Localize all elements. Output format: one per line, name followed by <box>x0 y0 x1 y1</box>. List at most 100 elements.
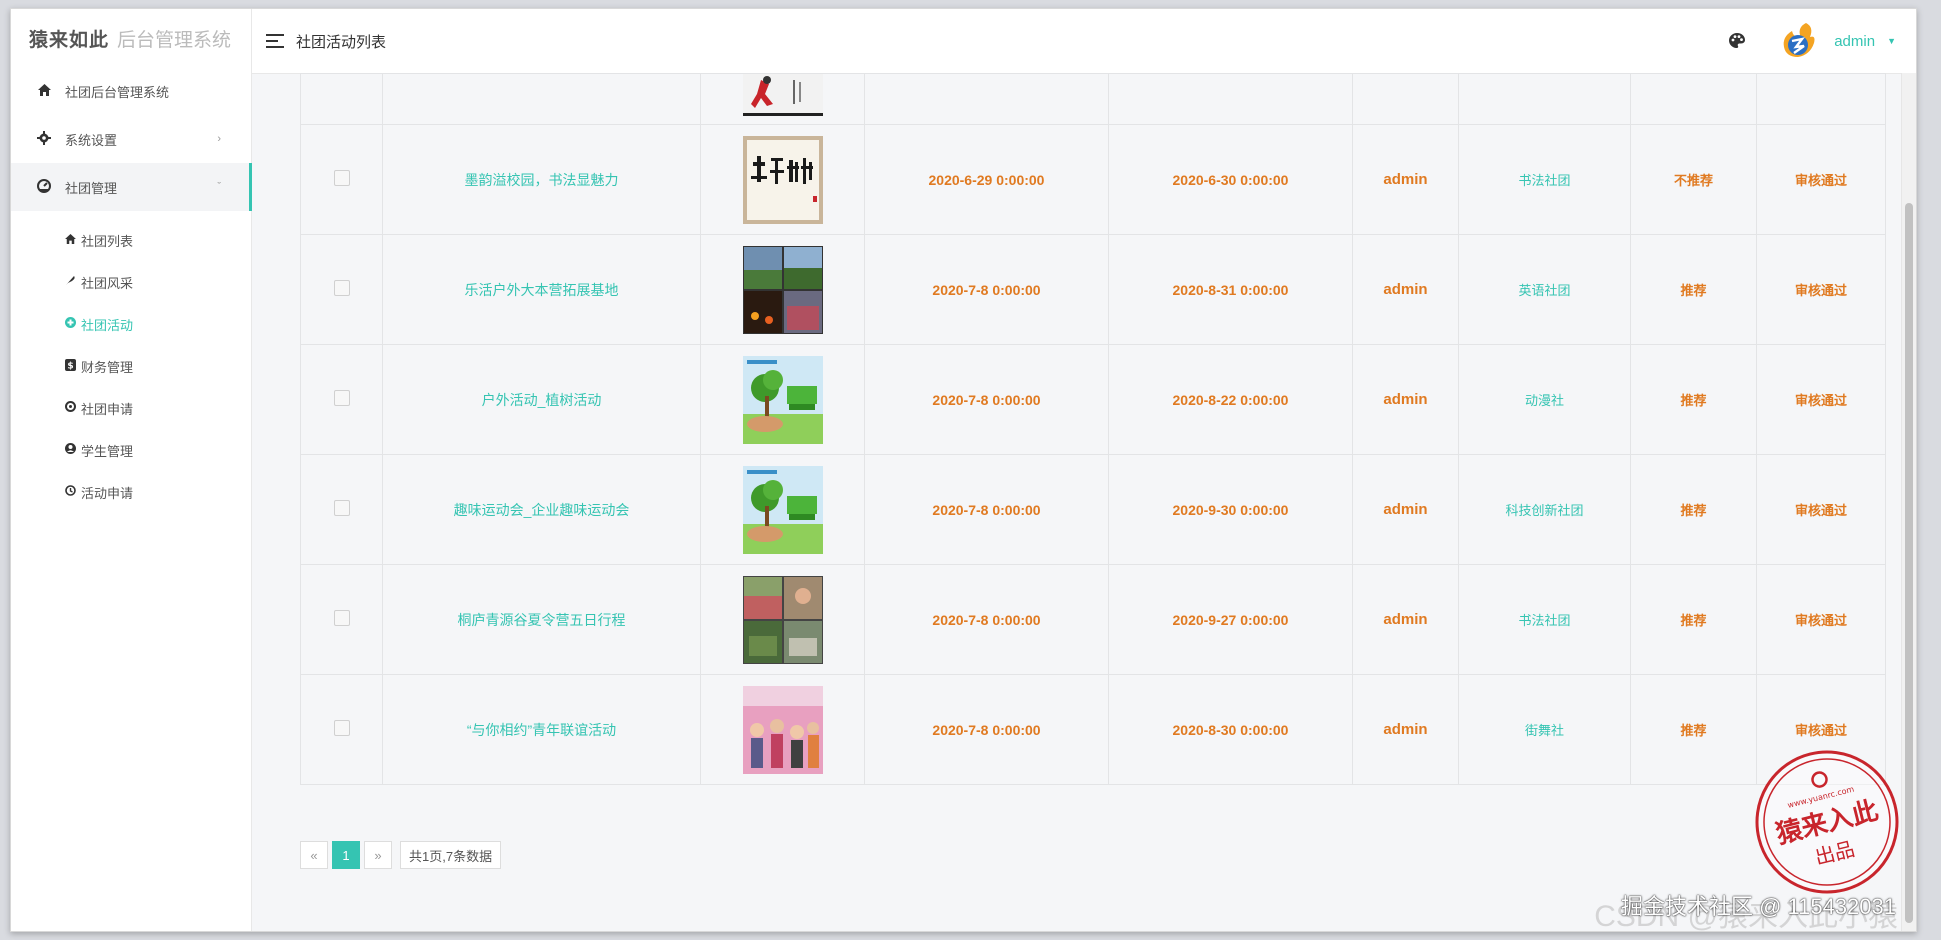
start-time: 2020-7-8 0:00:00 <box>932 281 1041 298</box>
row-select-cell <box>300 344 383 455</box>
feather-icon <box>63 275 77 289</box>
submenu-item-activity-application[interactable]: 活动申请 <box>11 471 251 513</box>
avatar[interactable] <box>1780 21 1816 61</box>
start-time-cell: 2020-7-8 0:00:00 <box>864 234 1109 345</box>
review-cell: 审核通过 <box>1756 454 1886 565</box>
row-select-cell <box>300 234 383 345</box>
user-name[interactable]: admin <box>1834 33 1875 50</box>
page-1-button[interactable]: 1 <box>332 841 360 869</box>
submenu-item-club-style[interactable]: 社团风采 <box>11 261 251 303</box>
activity-title-link[interactable]: 桐庐青源谷夏令营五日行程 <box>458 612 626 628</box>
recommend-status: 推荐 <box>1680 283 1707 298</box>
home-icon <box>35 83 53 99</box>
submenu-item-student-management[interactable]: 学生管理 <box>11 429 251 471</box>
club-submenu: 社团列表 社团风采 社团活动 $ 财务管理 社团申请 学生管理 活动申请 <box>11 211 251 521</box>
row-select-cell <box>300 454 383 565</box>
submenu-item-label: 社团列表 <box>81 233 134 249</box>
sidebar-item-settings[interactable]: 系统设置 › <box>11 115 251 163</box>
circle-plus-icon <box>63 317 77 331</box>
start-time: 2020-7-8 0:00:00 <box>932 391 1041 408</box>
club-name: 英语社团 <box>1518 283 1571 298</box>
start-time: 2020-7-8 0:00:00 <box>932 721 1041 738</box>
author: admin <box>1383 611 1428 628</box>
palette-icon[interactable] <box>1728 32 1746 50</box>
activity-thumbnail <box>742 245 823 334</box>
chevron-down-icon: ˇ <box>217 181 221 193</box>
header-right: admin ▼ <box>1728 9 1916 73</box>
row-checkbox[interactable] <box>333 610 350 626</box>
prev-page-button[interactable]: « <box>300 841 328 869</box>
watermark-juejin: 掘金技术社区 @ 115432031 <box>1620 894 1896 919</box>
recommend-status: 推荐 <box>1680 723 1707 738</box>
activity-table: 墨韵溢校园，书法显魅力 2020-6-29 0:00:00 2020-6-30 0:… <box>300 73 1886 785</box>
activity-thumbnail <box>742 685 823 774</box>
table-row: 乐活户外大本营拓展基地 2020-7-8 0:00:00 2020-8-31 0:0… <box>300 234 1886 345</box>
scrollbar-thumb[interactable] <box>1905 203 1913 923</box>
menu-toggle-icon[interactable] <box>266 34 284 48</box>
review-cell: 审核通过 <box>1756 124 1886 235</box>
submenu-item-label: 财务管理 <box>81 359 134 375</box>
caret-down-icon[interactable]: ▼ <box>1887 36 1896 46</box>
club-name: 动漫社 <box>1524 393 1564 408</box>
user-circle-icon <box>63 443 77 457</box>
end-time-cell: 2020-8-31 0:00:00 <box>1108 234 1353 345</box>
table-row: 趣味运动会_企业趣味运动会 2020-7-8 0:00:00 2020-9-30 0… <box>300 454 1886 565</box>
activity-title-link[interactable]: 墨韵溢校园，书法显魅力 <box>465 172 619 188</box>
author-cell: admin <box>1352 234 1459 345</box>
end-time-cell: 2020-8-30 0:00:00 <box>1108 674 1353 785</box>
activity-title-link[interactable]: 户外活动_植树活动 <box>482 392 602 408</box>
image-cell <box>700 124 865 235</box>
start-time: 2020-6-29 0:00:00 <box>928 171 1045 188</box>
table-row: 墨韵溢校园，书法显魅力 2020-6-29 0:00:00 2020-6-30 0:… <box>300 124 1886 235</box>
next-page-button[interactable]: » <box>364 841 392 869</box>
end-time: 2020-9-27 0:00:00 <box>1172 611 1289 628</box>
club-cell: 街舞社 <box>1458 674 1631 785</box>
author-cell: admin <box>1352 674 1459 785</box>
end-time: 2020-8-22 0:00:00 <box>1172 391 1289 408</box>
brand-system-name: 后台管理系统 <box>117 29 232 51</box>
activity-thumbnail <box>742 355 823 444</box>
activity-thumbnail <box>742 135 823 224</box>
sidebar-item-label: 社团后台管理系统 <box>65 84 170 100</box>
title-cell: 乐活户外大本营拓展基地 <box>382 234 701 345</box>
row-checkbox[interactable] <box>333 280 350 296</box>
sidebar-item-dashboard[interactable]: 社团后台管理系统 <box>11 67 251 115</box>
sidebar-item-club-management[interactable]: 社团管理 ˇ <box>11 163 252 211</box>
activity-title-link[interactable]: 趣味运动会_企业趣味运动会 <box>454 502 630 518</box>
end-time-cell: 2020-9-30 0:00:00 <box>1108 454 1353 565</box>
gear-icon <box>35 130 53 148</box>
author: admin <box>1383 281 1428 298</box>
recommend-status: 推荐 <box>1680 393 1707 408</box>
image-cell <box>700 234 865 345</box>
review-cell: 审核通过 <box>1756 234 1886 345</box>
club-cell: 书法社团 <box>1458 564 1631 675</box>
club-name: 科技创新社团 <box>1505 503 1584 518</box>
end-time-cell: 2020-6-30 0:00:00 <box>1108 124 1353 235</box>
activity-title-link[interactable]: 乐活户外大本营拓展基地 <box>465 282 619 298</box>
row-checkbox[interactable] <box>333 390 350 406</box>
row-checkbox[interactable] <box>333 500 350 516</box>
start-time: 2020-7-8 0:00:00 <box>932 501 1041 518</box>
club-name: 书法社团 <box>1518 173 1571 188</box>
review-status: 审核通过 <box>1794 613 1847 628</box>
dollar-icon: $ <box>63 358 77 374</box>
row-checkbox[interactable] <box>333 720 350 736</box>
submenu-item-finance[interactable]: $ 财务管理 <box>11 345 251 387</box>
pagination: « 1 » 共1页,7条数据 <box>300 841 505 869</box>
chevron-right-icon: › <box>217 133 221 145</box>
submenu-item-club-list[interactable]: 社团列表 <box>11 219 251 261</box>
row-select-cell <box>300 124 383 235</box>
row-checkbox[interactable] <box>333 170 350 186</box>
submenu-item-club-application[interactable]: 社团申请 <box>11 387 251 429</box>
end-time: 2020-8-30 0:00:00 <box>1172 721 1289 738</box>
activity-title-link[interactable]: “与你相约”青年联谊活动 <box>467 722 616 738</box>
activity-thumbnail <box>742 465 823 554</box>
recommend-cell: 推荐 <box>1630 674 1757 785</box>
main-content: 墨韵溢校园，书法显魅力 2020-6-29 0:00:00 2020-6-30 0:… <box>252 73 1902 931</box>
recommend-status: 推荐 <box>1680 503 1707 518</box>
submenu-item-club-activity[interactable]: 社团活动 <box>11 303 251 345</box>
title-cell: 桐庐青源谷夏令营五日行程 <box>382 564 701 675</box>
vertical-scrollbar[interactable] <box>1901 73 1916 931</box>
image-cell <box>700 674 865 785</box>
brand: 猿来如此 后台管理系统 <box>11 9 251 67</box>
